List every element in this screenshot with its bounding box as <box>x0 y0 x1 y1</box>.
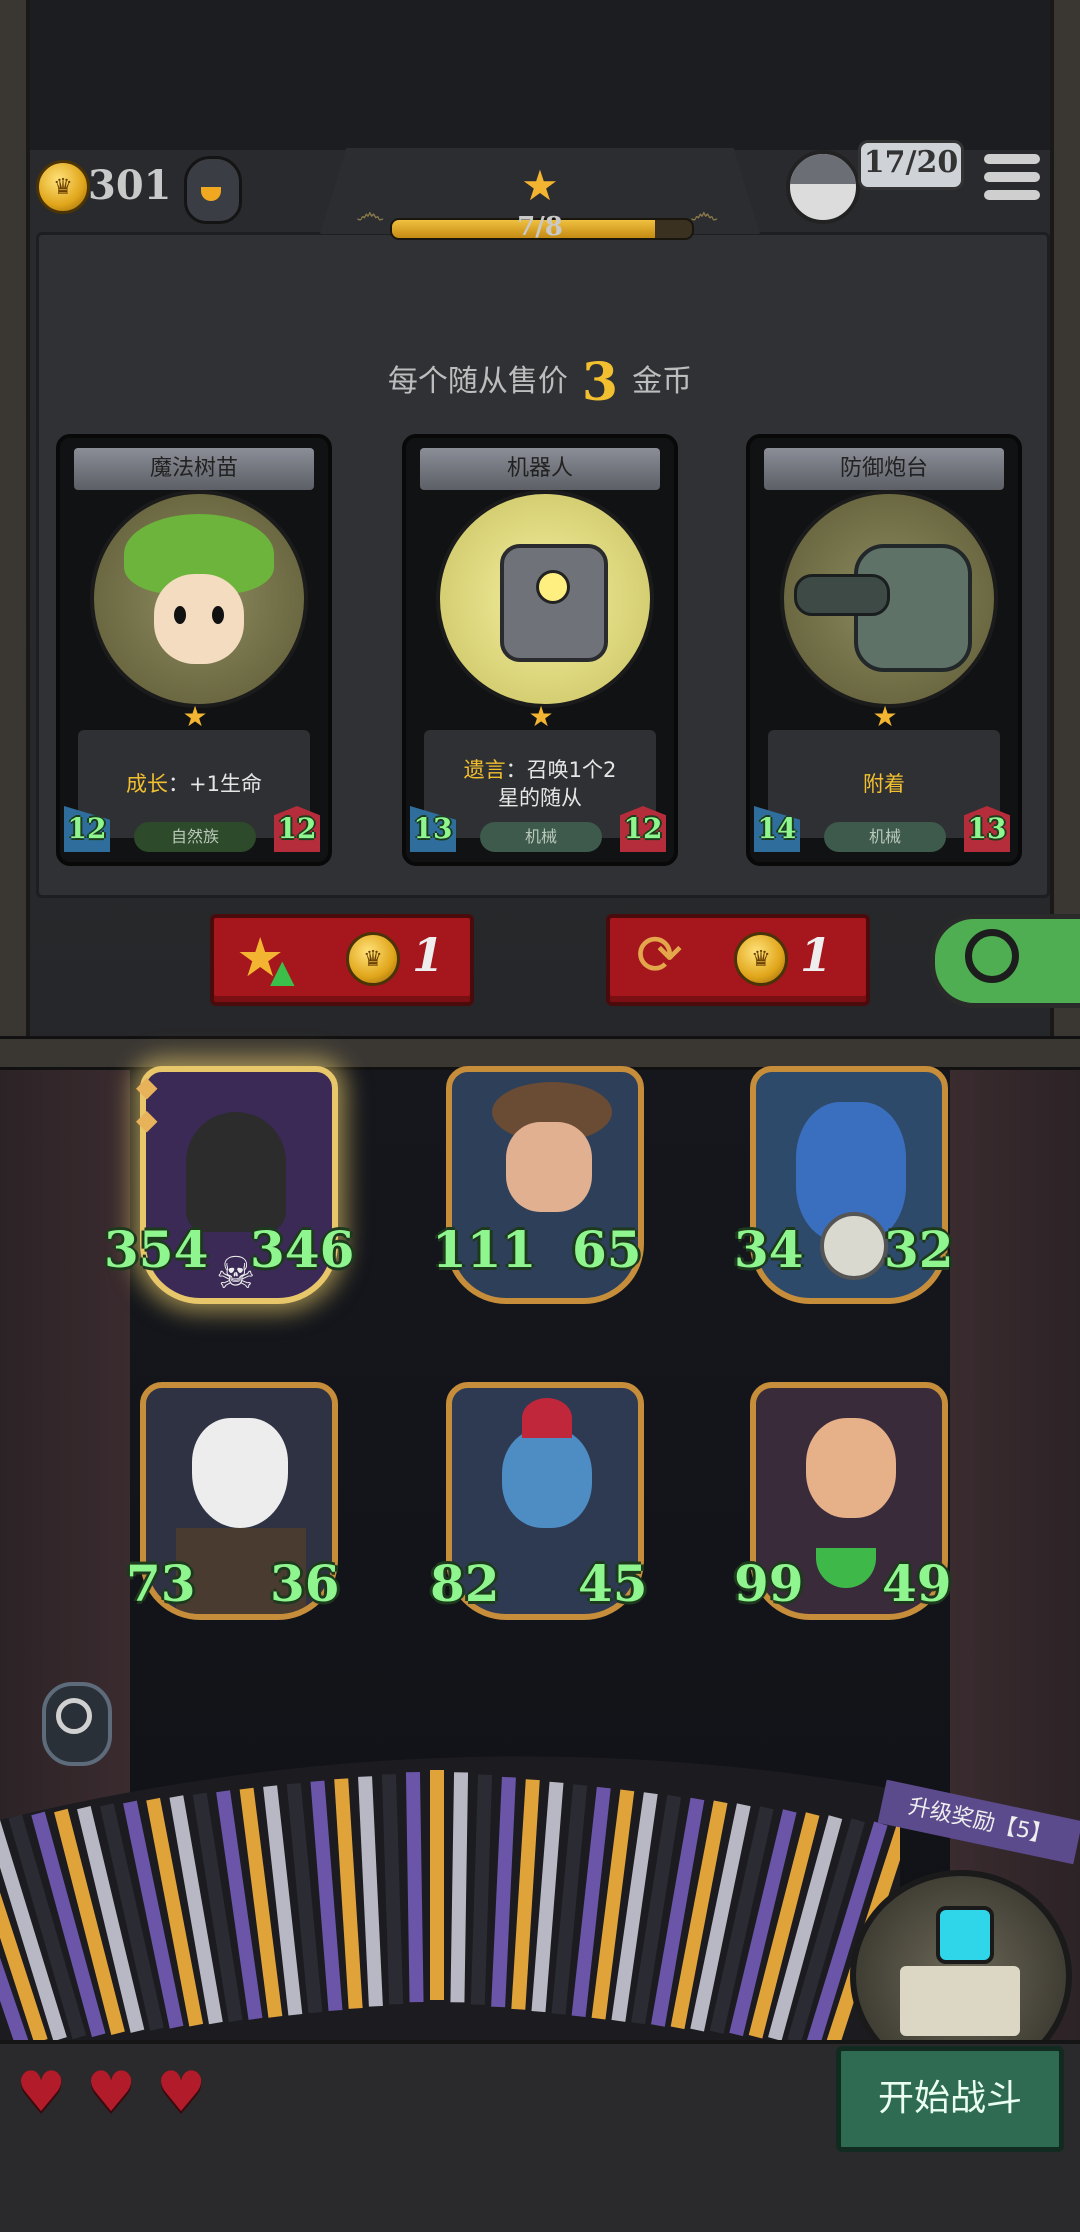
upgrade-tier-button[interactable]: ★ ▲ ♛ 1 <box>210 914 474 1006</box>
gold-amount: 301 <box>88 162 172 209</box>
face <box>154 574 244 664</box>
shop-frame-left <box>0 0 30 1040</box>
gold-coin-icon: ♛ <box>734 932 788 986</box>
card-star-icon: ★ <box>182 700 208 733</box>
search-button[interactable] <box>930 914 1080 1008</box>
card-name: 机器人 <box>420 448 660 490</box>
card-name: 魔法树苗 <box>74 448 314 490</box>
life-heart-icon: ♥ <box>16 2060 67 2125</box>
menu-icon[interactable] <box>984 152 1040 204</box>
flask-icon <box>816 1548 876 1588</box>
pet-avatar-icon[interactable] <box>184 156 242 224</box>
start-battle-button[interactable]: 开始战斗 <box>836 2046 1064 2152</box>
level-progress-text: 7/8 <box>517 212 563 242</box>
mohawk <box>522 1398 572 1438</box>
tier-diamond-icon: ◆ ◆ <box>136 1070 158 1136</box>
minion-health: 36 <box>270 1554 340 1613</box>
card-health: 12 <box>274 806 320 852</box>
population-text: 17/20 <box>863 145 959 180</box>
card-health: 12 <box>620 806 666 852</box>
beak-icon <box>201 187 221 201</box>
robot-portrait <box>436 490 654 708</box>
face <box>506 1122 592 1212</box>
refresh-shop-button[interactable]: ⟳ ♛ 1 <box>606 914 870 1006</box>
sell-price-prefix: 每个随从售价 <box>387 364 568 399</box>
scientist-face <box>806 1418 896 1518</box>
upgrade-cost: 1 <box>412 928 445 982</box>
turret-barrel <box>794 574 890 616</box>
minion-health: 32 <box>884 1220 954 1279</box>
minion-attack: 354 <box>104 1220 209 1279</box>
sell-price-suffix: 金币 <box>632 364 693 399</box>
refresh-cost: 1 <box>800 928 833 982</box>
minion-health: 49 <box>882 1554 952 1613</box>
card-star-icon: ★ <box>528 700 554 733</box>
level-star-icon: ★ <box>521 161 559 210</box>
clock-icon <box>820 1212 888 1280</box>
shop-card[interactable]: 机器人 ★ 遗言：召唤1个2星的随从 机械 13 12 <box>402 434 678 866</box>
card-tribe: 机械 <box>480 822 602 852</box>
deck-card-back <box>430 1770 444 2000</box>
tavern-deck <box>0 1756 900 2060</box>
sapling-portrait <box>90 490 308 708</box>
player-avatar[interactable] <box>786 150 860 224</box>
minion-health: 65 <box>572 1220 642 1279</box>
spirit-icon <box>936 1906 994 1964</box>
minion-attack: 111 <box>432 1220 537 1279</box>
card-health: 13 <box>964 806 1010 852</box>
life-heart-icon: ♥ <box>156 2060 207 2125</box>
card-star-icon: ★ <box>872 700 898 733</box>
refresh-icon: ⟳ <box>636 923 683 988</box>
card-tribe: 机械 <box>824 822 946 852</box>
minion-attack: 82 <box>430 1554 500 1613</box>
minion-attack: 73 <box>126 1554 196 1613</box>
minion-attack: 99 <box>734 1554 804 1613</box>
life-heart-icon: ♥ <box>86 2060 137 2125</box>
board-top-rail <box>0 1036 1080 1070</box>
sell-price-text: 每个随从售价 3 金币 <box>0 352 1080 413</box>
gold-coin-icon: ♛ <box>346 932 400 986</box>
shop-card[interactable]: 防御炮台 ★ 附着 机械 14 13 <box>746 434 1022 866</box>
hooded-figure <box>186 1112 286 1232</box>
book-icon <box>900 1966 1020 2036</box>
up-arrow-icon: ▲ <box>270 952 295 990</box>
shop-frame-right <box>1050 0 1080 1040</box>
card-name: 防御炮台 <box>764 448 1004 490</box>
shop-card[interactable]: 魔法树苗 ★ 成长：+1生命 自然族 12 12 <box>56 434 332 866</box>
goblin-face <box>502 1428 592 1528</box>
sell-price-value: 3 <box>581 352 619 413</box>
top-bar <box>0 0 1080 150</box>
minion-health: 346 <box>250 1220 355 1279</box>
gold-coin-icon: ♛ <box>36 160 90 214</box>
ornament-left-icon: ෴ <box>356 196 385 231</box>
population-bubble: 17/20 <box>858 140 964 190</box>
minion-attack: 34 <box>734 1220 804 1279</box>
magnifier-icon <box>965 929 1019 983</box>
magnifier-icon <box>56 1698 92 1734</box>
avatar-hair <box>790 154 856 184</box>
rabbit-mask <box>192 1418 288 1528</box>
card-tribe: 自然族 <box>134 822 256 852</box>
ornament-right-icon: ෴ <box>690 196 719 231</box>
turret-portrait <box>780 490 998 708</box>
minion-health: 45 <box>578 1554 648 1613</box>
